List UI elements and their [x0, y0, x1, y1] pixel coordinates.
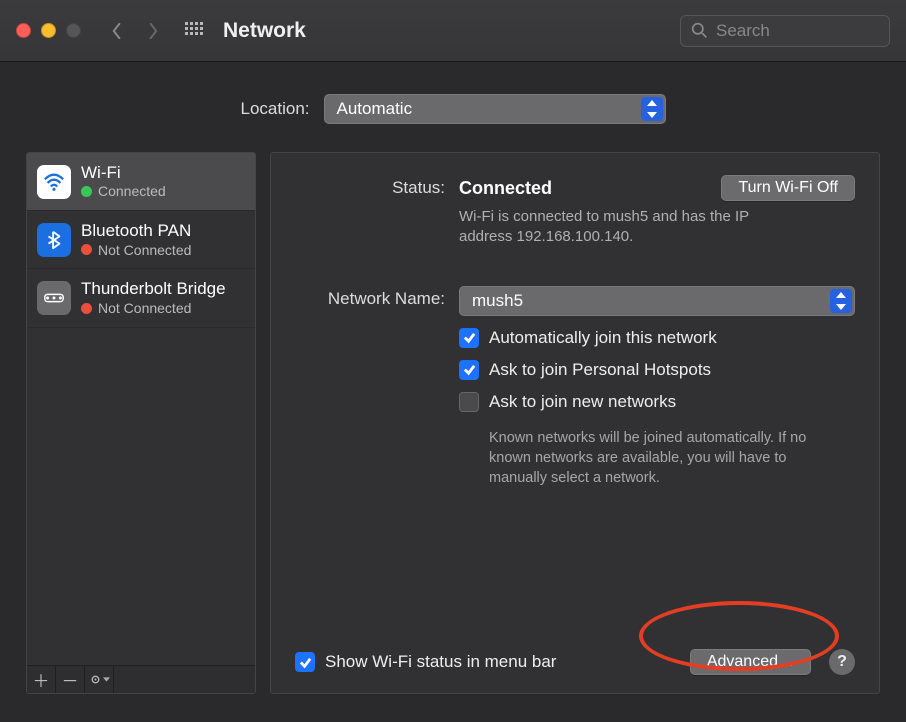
- sidebar-item-wifi[interactable]: Wi-Fi Connected: [27, 153, 255, 211]
- status-dot-icon: [81, 303, 92, 314]
- status-label: Status:: [295, 175, 445, 198]
- zoom-window-button[interactable]: [66, 23, 81, 38]
- titlebar: Network Search: [0, 0, 906, 62]
- network-name-value: mush5: [472, 291, 523, 311]
- wifi-icon: [37, 165, 71, 199]
- ask-hotspot-checkbox[interactable]: [459, 360, 479, 380]
- status-dot-icon: [81, 186, 92, 197]
- status-dot-icon: [81, 244, 92, 255]
- service-actions-menu[interactable]: [85, 666, 114, 693]
- add-service-button[interactable]: ＋: [27, 666, 56, 693]
- gear-icon: [89, 673, 102, 686]
- ask-new-networks-label: Ask to join new networks: [489, 392, 676, 412]
- ask-new-networks-checkbox[interactable]: [459, 392, 479, 412]
- thunderbolt-icon: [37, 281, 71, 315]
- window-title: Network: [223, 19, 306, 43]
- status-description: Wi-Fi is connected to mush5 and has the …: [459, 207, 799, 248]
- network-name-label: Network Name:: [295, 286, 445, 309]
- auto-join-checkbox[interactable]: [459, 328, 479, 348]
- select-stepper-icon: [830, 289, 852, 313]
- sidebar-item-thunderbolt[interactable]: Thunderbolt Bridge Not Connected: [27, 269, 255, 327]
- window-controls: [16, 23, 81, 38]
- service-status: Not Connected: [98, 242, 191, 259]
- location-select[interactable]: Automatic: [324, 94, 666, 124]
- service-name: Bluetooth PAN: [81, 221, 191, 241]
- forward-button[interactable]: [139, 17, 167, 45]
- close-window-button[interactable]: [16, 23, 31, 38]
- remove-service-button[interactable]: －: [56, 666, 85, 693]
- ask-hotspot-label: Ask to join Personal Hotspots: [489, 360, 711, 380]
- menubar-status-label: Show Wi-Fi status in menu bar: [325, 652, 556, 672]
- chevron-down-icon: [103, 677, 110, 682]
- show-all-icon[interactable]: [185, 22, 203, 40]
- service-status: Not Connected: [98, 300, 191, 317]
- service-name: Wi-Fi: [81, 163, 166, 183]
- sidebar-item-bluetooth[interactable]: Bluetooth PAN Not Connected: [27, 211, 255, 269]
- select-stepper-icon: [641, 97, 663, 121]
- auto-join-label: Automatically join this network: [489, 328, 717, 348]
- location-label: Location:: [241, 99, 310, 119]
- ask-new-networks-hint: Known networks will be joined automatica…: [489, 428, 839, 489]
- status-value: Connected: [459, 178, 552, 199]
- back-button[interactable]: [103, 17, 131, 45]
- bluetooth-icon: [37, 223, 71, 257]
- wifi-toggle-button[interactable]: Turn Wi-Fi Off: [721, 175, 855, 201]
- sidebar-footer: ＋ －: [27, 665, 255, 693]
- service-sidebar: Wi-Fi Connected Bluetooth PAN Not Connec…: [26, 152, 256, 694]
- location-row: Location: Automatic: [0, 62, 906, 152]
- location-value: Automatic: [337, 99, 413, 119]
- service-name: Thunderbolt Bridge: [81, 279, 226, 299]
- minimize-window-button[interactable]: [41, 23, 56, 38]
- search-icon: [691, 22, 708, 39]
- network-name-select[interactable]: mush5: [459, 286, 855, 316]
- search-input[interactable]: Search: [680, 15, 890, 47]
- service-list: Wi-Fi Connected Bluetooth PAN Not Connec…: [27, 153, 255, 665]
- advanced-button[interactable]: Advanced…: [690, 649, 811, 675]
- help-button[interactable]: ?: [829, 649, 855, 675]
- search-placeholder: Search: [716, 21, 770, 41]
- menubar-status-checkbox[interactable]: [295, 652, 315, 672]
- service-status: Connected: [98, 183, 166, 200]
- detail-panel: Status: Connected Turn Wi-Fi Off Wi-Fi i…: [270, 152, 880, 694]
